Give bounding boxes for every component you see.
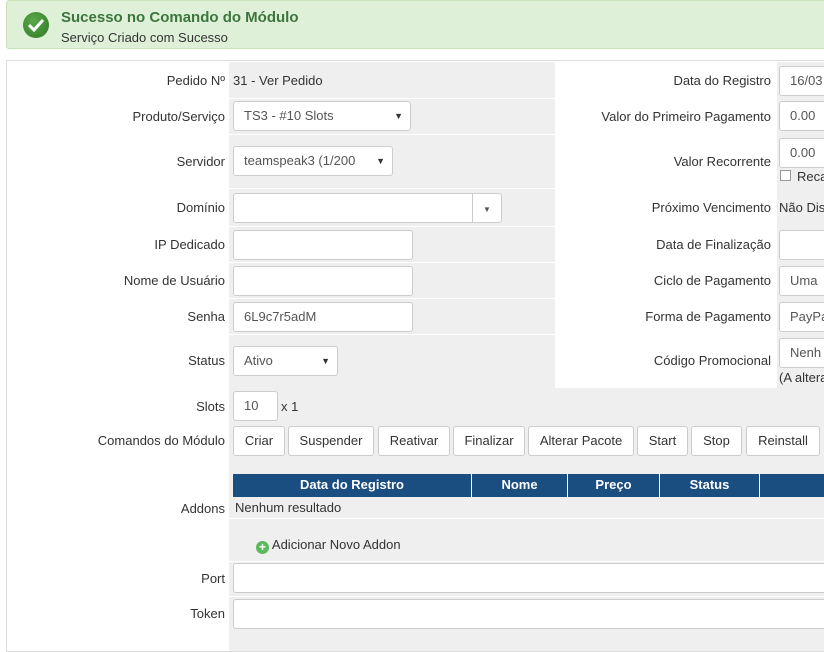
usuario-label: Nome de Usuário [123, 273, 225, 288]
ip-label: IP Dedicado [154, 237, 225, 252]
proximo-vencimento-value: Não Dis [779, 200, 824, 215]
data-registro-label: Data do Registro [673, 73, 771, 88]
token-input[interactable] [233, 599, 824, 629]
plus-circle-icon: + [256, 541, 269, 554]
servidor-label: Servidor [176, 154, 225, 169]
status-label: Status [188, 353, 225, 368]
comandos-label: Comandos do Módulo [97, 433, 225, 448]
data-finalizacao-label: Data de Finalização [656, 237, 771, 252]
alert-title: Sucesso no Comando do Módulo [61, 9, 299, 26]
promo-note: (A altera [779, 370, 824, 385]
primeiro-pagamento-label: Valor do Primeiro Pagamento [601, 109, 771, 124]
col-status: Status [689, 477, 730, 492]
port-label: Port [201, 571, 225, 586]
slots-input[interactable]: 10 [233, 391, 278, 421]
service-form-panel: Pedido Nº 31 - Ver Pedido Produto/Serviç… [6, 60, 824, 652]
addons-empty-text: Nenhum resultado [235, 500, 342, 515]
finalizar-button[interactable]: Finalizar [453, 426, 525, 456]
usuario-input[interactable] [233, 266, 413, 296]
start-button[interactable]: Start [637, 426, 688, 456]
reinstall-button[interactable]: Reinstall [746, 426, 820, 456]
chevron-down-icon: ▼ [321, 356, 330, 366]
slots-label: Slots [196, 399, 225, 414]
criar-button[interactable]: Criar [233, 426, 285, 456]
codigo-promocional-label: Código Promocional [653, 353, 771, 368]
produto-select[interactable]: TS3 - #10 Slots ▼ [233, 101, 411, 131]
servidor-select[interactable]: teamspeak3 (1/200 ▼ [233, 146, 393, 176]
status-select[interactable]: Ativo ▼ [233, 346, 338, 376]
chevron-down-icon: ▼ [376, 156, 385, 166]
ciclo-pagamento-select[interactable]: Uma [779, 266, 824, 296]
col-nome: Nome [501, 477, 538, 492]
senha-input[interactable]: 6L9c7r5adM [233, 302, 413, 332]
primeiro-pagamento-input[interactable]: 0.00 [779, 101, 824, 131]
stop-button[interactable]: Stop [691, 426, 742, 456]
ciclo-pagamento-label: Ciclo de Pagamento [653, 273, 771, 288]
caret-down-icon: ▼ [483, 205, 491, 214]
dominio-label: Domínio [176, 200, 225, 215]
success-alert: Sucesso no Comando do Módulo Serviço Cri… [6, 0, 824, 49]
port-input[interactable] [233, 563, 824, 593]
reativar-button[interactable]: Reativar [378, 426, 450, 456]
proximo-vencimento-label: Próximo Vencimento [651, 200, 771, 215]
ip-input[interactable] [233, 230, 413, 260]
add-addon-link[interactable]: + Adicionar Novo Addon [256, 537, 401, 554]
slots-multiplier: x 1 [281, 399, 299, 414]
forma-pagamento-label: Forma de Pagamento [645, 309, 771, 324]
produto-label: Produto/Serviço [132, 109, 226, 124]
dominio-input[interactable] [233, 193, 473, 223]
col-data-registro: Data do Registro [299, 477, 404, 492]
pedido-label: Pedido Nº [166, 73, 225, 88]
alterar-pacote-button[interactable]: Alterar Pacote [528, 426, 634, 456]
forma-pagamento-select[interactable]: PayPa [779, 302, 824, 332]
valor-recorrente-label: Valor Recorrente [673, 154, 771, 169]
col-preco: Preço [595, 477, 632, 492]
suspender-button[interactable]: Suspender [288, 426, 374, 456]
codigo-promocional-select[interactable]: Nenh [779, 338, 824, 368]
recalcular-label: Reca [797, 169, 824, 184]
addons-label: Addons [180, 501, 225, 516]
check-circle-icon [23, 12, 49, 38]
addons-table-header: Data do Registro Nome Preço Status [233, 474, 824, 497]
token-label: Token [190, 606, 225, 621]
senha-label: Senha [187, 309, 225, 324]
valor-recorrente-input[interactable]: 0.00 [779, 138, 824, 168]
dominio-dropdown-button[interactable]: ▼ [472, 193, 502, 223]
data-finalizacao-input[interactable] [779, 230, 824, 260]
chevron-down-icon: ▼ [394, 111, 403, 121]
pedido-link[interactable]: 31 - Ver Pedido [233, 73, 323, 88]
recalcular-checkbox[interactable] [780, 170, 791, 181]
data-registro-input[interactable]: 16/03 [779, 66, 824, 96]
alert-message: Serviço Criado com Sucesso [61, 30, 228, 45]
